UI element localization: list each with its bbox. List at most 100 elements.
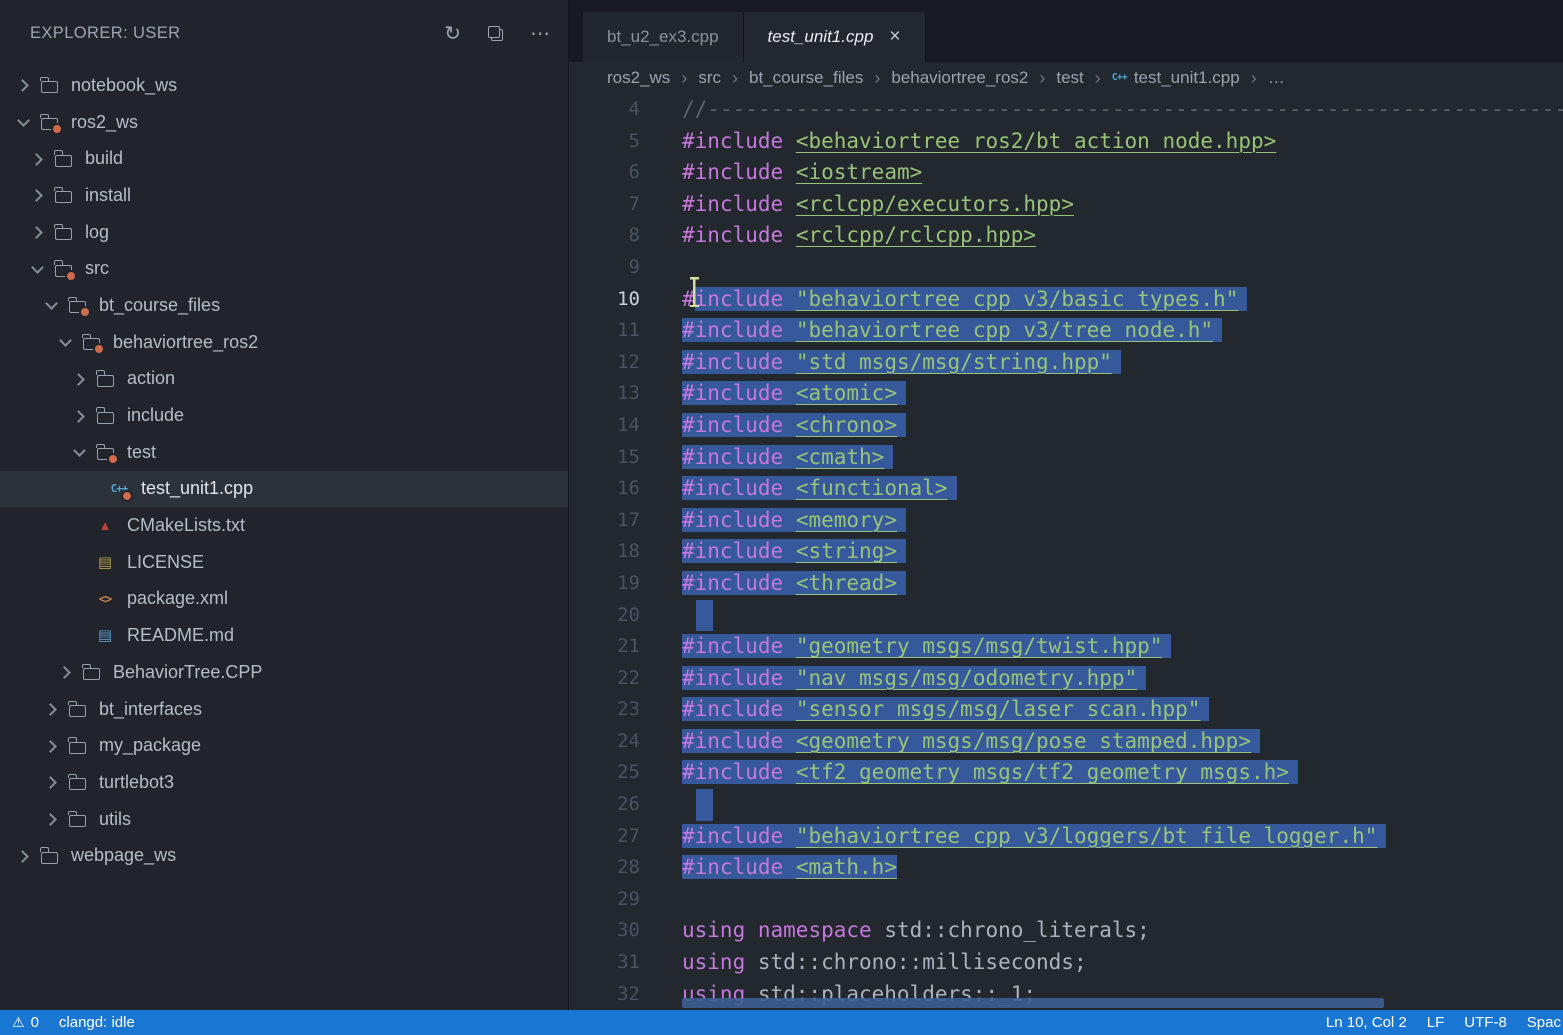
code-line-11[interactable]: 11#include "behaviortree_cpp_v3/tree_nod… (569, 315, 1563, 347)
line-number[interactable]: 19 (569, 568, 640, 600)
code-line-16[interactable]: 16#include <functional> (569, 473, 1563, 505)
tree-item-src[interactable]: src (0, 250, 568, 287)
code-line-24[interactable]: 24#include <geometry_msgs/msg/pose_stamp… (569, 726, 1563, 758)
tree-item-behaviortree_ros2[interactable]: behaviortree_ros2 (0, 324, 568, 361)
line-number[interactable]: 27 (569, 821, 640, 853)
collapse-folders-icon[interactable] (487, 25, 504, 42)
code-line-17[interactable]: 17#include <memory> (569, 505, 1563, 537)
line-number[interactable]: 21 (569, 631, 640, 663)
tree-item-webpage_ws[interactable]: webpage_ws (0, 837, 568, 874)
code-line-14[interactable]: 14#include <chrono> (569, 410, 1563, 442)
line-number[interactable]: 31 (569, 947, 640, 979)
line-number[interactable]: 29 (569, 884, 640, 916)
line-number[interactable]: 5 (569, 126, 640, 158)
code-line-7[interactable]: 7#include <rclcpp/executors.hpp> (569, 189, 1563, 221)
tree-item-action[interactable]: action (0, 361, 568, 398)
code-line-26[interactable]: 26 (569, 789, 1563, 821)
code-line-12[interactable]: 12#include "std_msgs/msg/string.hpp" (569, 347, 1563, 379)
indentation[interactable]: Spac (1527, 1014, 1561, 1031)
code-line-5[interactable]: 5#include <behaviortree_ros2/bt_action_n… (569, 126, 1563, 158)
line-number[interactable]: 7 (569, 189, 640, 221)
encoding[interactable]: UTF-8 (1464, 1014, 1507, 1031)
tree-item-my_package[interactable]: my_package (0, 727, 568, 764)
code-line-29[interactable]: 29 (569, 884, 1563, 916)
tree-item-utils[interactable]: utils (0, 801, 568, 838)
line-number[interactable]: 11 (569, 315, 640, 347)
code-line-15[interactable]: 15#include <cmath> (569, 442, 1563, 474)
tree-item-test_unit1.cpp[interactable]: C++test_unit1.cpp (0, 471, 568, 508)
code-line-8[interactable]: 8#include <rclcpp/rclcpp.hpp> (569, 220, 1563, 252)
tree-item-test[interactable]: test (0, 434, 568, 471)
line-number[interactable]: 17 (569, 505, 640, 537)
line-number[interactable]: 24 (569, 726, 640, 758)
line-number[interactable]: 23 (569, 694, 640, 726)
code-line-4[interactable]: 4//-------------------------------------… (569, 94, 1563, 126)
line-number[interactable]: 32 (569, 979, 640, 1010)
clangd-status[interactable]: clangd: idle (59, 1014, 135, 1031)
code-line-20[interactable]: 20 (569, 600, 1563, 632)
tree-item-ros2_ws[interactable]: ros2_ws (0, 104, 568, 141)
refresh-explorer-icon[interactable]: ↻ (444, 24, 461, 44)
tree-item-include[interactable]: include (0, 397, 568, 434)
breadcrumb-item-src[interactable]: src (698, 68, 721, 88)
tree-item-install[interactable]: install (0, 177, 568, 214)
code-line-28[interactable]: 28#include <math.h> (569, 852, 1563, 884)
code-editor[interactable]: 4//-------------------------------------… (569, 94, 1563, 1010)
line-number[interactable]: 28 (569, 852, 640, 884)
tree-item-package.xml[interactable]: <>package.xml (0, 581, 568, 618)
line-number[interactable]: 4 (569, 94, 640, 126)
code-line-21[interactable]: 21#include "geometry_msgs/msg/twist.hpp" (569, 631, 1563, 663)
code-line-25[interactable]: 25#include <tf2_geometry_msgs/tf2_geomet… (569, 757, 1563, 789)
line-number[interactable]: 22 (569, 663, 640, 695)
breadcrumb-item-test_unit1.cpp[interactable]: C++test_unit1.cpp (1112, 68, 1240, 88)
breadcrumb-item-behaviortree_ros2[interactable]: behaviortree_ros2 (891, 68, 1028, 88)
tree-item-README.md[interactable]: ▤README.md (0, 617, 568, 654)
line-number[interactable]: 30 (569, 915, 640, 947)
line-number[interactable]: 26 (569, 789, 640, 821)
code-line-9[interactable]: 9 (569, 252, 1563, 284)
line-number[interactable]: 10 (569, 284, 640, 316)
line-number[interactable]: 12 (569, 347, 640, 379)
code-line-6[interactable]: 6#include <iostream> (569, 157, 1563, 189)
more-actions-icon[interactable]: ⋯ (530, 24, 550, 44)
line-number[interactable]: 9 (569, 252, 640, 284)
tree-item-log[interactable]: log (0, 214, 568, 251)
code-line-18[interactable]: 18#include <string> (569, 536, 1563, 568)
code-line-23[interactable]: 23#include "sensor_msgs/msg/laser_scan.h… (569, 694, 1563, 726)
line-number[interactable]: 18 (569, 536, 640, 568)
tab-bt_u2_ex3.cpp[interactable]: bt_u2_ex3.cpp (583, 12, 744, 62)
code-line-31[interactable]: 31using std::chrono::milliseconds; (569, 947, 1563, 979)
line-number[interactable]: 6 (569, 157, 640, 189)
code-line-27[interactable]: 27#include "behaviortree_cpp_v3/loggers/… (569, 821, 1563, 853)
breadcrumb-item-bt_course_files[interactable]: bt_course_files (749, 68, 863, 88)
horizontal-scrollbar[interactable] (682, 998, 1384, 1008)
line-number[interactable]: 16 (569, 473, 640, 505)
tree-item-LICENSE[interactable]: ▤LICENSE (0, 544, 568, 581)
code-line-13[interactable]: 13#include <atomic> (569, 378, 1563, 410)
close-tab-icon[interactable]: × (889, 26, 900, 48)
line-number[interactable]: 8 (569, 220, 640, 252)
code-line-22[interactable]: 22#include "nav_msgs/msg/odometry.hpp" (569, 663, 1563, 695)
tree-item-notebook_ws[interactable]: notebook_ws (0, 67, 568, 104)
tree-item-BehaviorTree.CPP[interactable]: BehaviorTree.CPP (0, 654, 568, 691)
tree-item-build[interactable]: build (0, 140, 568, 177)
tree-item-bt_interfaces[interactable]: bt_interfaces (0, 691, 568, 728)
cursor-position[interactable]: Ln 10, Col 2 (1326, 1014, 1407, 1031)
line-number[interactable]: 14 (569, 410, 640, 442)
code-line-19[interactable]: 19#include <thread> (569, 568, 1563, 600)
tree-item-CMakeLists.txt[interactable]: ▲CMakeLists.txt (0, 507, 568, 544)
line-number[interactable]: 15 (569, 442, 640, 474)
tree-item-turtlebot3[interactable]: turtlebot3 (0, 764, 568, 801)
tab-test_unit1.cpp[interactable]: test_unit1.cpp× (744, 12, 926, 62)
problems-indicator[interactable]: ⚠0 (12, 1014, 39, 1031)
breadcrumb-item-test[interactable]: test (1056, 68, 1083, 88)
line-number[interactable]: 13 (569, 378, 640, 410)
breadcrumb-item-…[interactable]: … (1268, 68, 1285, 88)
breadcrumb-item-ros2_ws[interactable]: ros2_ws (607, 68, 670, 88)
eol-sequence[interactable]: LF (1427, 1014, 1445, 1031)
code-line-30[interactable]: 30using namespace std::chrono_literals; (569, 915, 1563, 947)
tree-item-bt_course_files[interactable]: bt_course_files (0, 287, 568, 324)
line-number[interactable]: 25 (569, 757, 640, 789)
code-line-10[interactable]: 10#include "behaviortree_cpp_v3/basic_ty… (569, 284, 1563, 316)
line-number[interactable]: 20 (569, 600, 640, 632)
